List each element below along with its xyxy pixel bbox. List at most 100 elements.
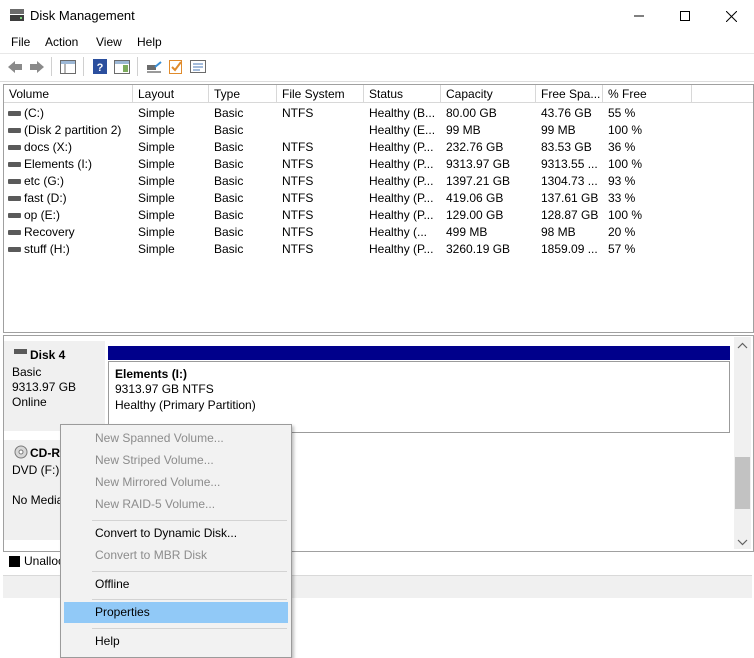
cell-status: Healthy (P... xyxy=(369,191,434,205)
close-button[interactable] xyxy=(708,0,754,32)
disk-management-app-icon xyxy=(9,8,25,22)
action-pane-button[interactable] xyxy=(113,58,131,75)
table-row[interactable]: etc (G:) Simple Basic NTFS Healthy (P... 1397… xyxy=(4,173,753,190)
volume-icon xyxy=(8,196,21,201)
column-header-status[interactable]: Status xyxy=(364,85,441,103)
partition-elements[interactable]: Elements (I:) 9313.97 GB NTFS Healthy (P… xyxy=(108,361,730,433)
cell-file-system: NTFS xyxy=(282,106,314,120)
cell-capacity: 499 MB xyxy=(446,225,488,239)
table-row[interactable]: Recovery Simple Basic NTFS Healthy (... 499 M… xyxy=(4,224,753,241)
menu-new-spanned-volume[interactable]: New Spanned Volume... xyxy=(64,428,288,449)
cell-free-space: 99 MB xyxy=(541,123,576,137)
volume-icon xyxy=(8,247,21,252)
cdrom-name: CD-R xyxy=(30,446,60,460)
menu-action[interactable]: Action xyxy=(45,35,78,49)
checklist-button[interactable] xyxy=(167,58,185,75)
menu-new-mirrored-volume[interactable]: New Mirrored Volume... xyxy=(64,472,288,493)
cell-status: Healthy (P... xyxy=(369,174,434,188)
cell-percent-free: 33 % xyxy=(608,191,636,205)
table-row[interactable]: op (E:) Simple Basic NTFS Healthy (P... 129.0… xyxy=(4,207,753,224)
cell-type: Basic xyxy=(214,157,244,171)
svg-text:?: ? xyxy=(97,62,104,74)
cell-volume: docs (X:) xyxy=(24,140,73,154)
menu-properties[interactable]: Properties xyxy=(64,602,288,623)
checklist-icon xyxy=(169,60,182,74)
back-arrow-icon xyxy=(8,60,22,73)
maximize-button[interactable] xyxy=(662,0,708,32)
volume-icon xyxy=(8,230,21,235)
cell-file-system: NTFS xyxy=(282,225,314,239)
cell-free-space: 83.53 GB xyxy=(541,140,592,154)
back-button[interactable] xyxy=(6,58,24,75)
table-row[interactable]: Elements (I:) Simple Basic NTFS Healthy (P..… xyxy=(4,156,753,173)
menu-convert-to-mbr-disk[interactable]: Convert to MBR Disk xyxy=(64,545,288,566)
minimize-button[interactable] xyxy=(616,0,662,32)
cell-file-system: NTFS xyxy=(282,157,314,171)
menu-new-raid5-volume[interactable]: New RAID-5 Volume... xyxy=(64,494,288,515)
toolbar-separator xyxy=(51,57,52,76)
connect-button[interactable] xyxy=(145,58,163,75)
help-button[interactable]: ? xyxy=(91,58,109,75)
table-row[interactable]: stuff (H:) Simple Basic NTFS Healthy (P... 32… xyxy=(4,241,753,258)
forward-button[interactable] xyxy=(28,58,46,75)
vertical-scrollbar[interactable] xyxy=(734,337,751,549)
menu-offline[interactable]: Offline xyxy=(64,574,288,595)
cell-capacity: 3260.19 GB xyxy=(446,242,511,256)
menu-file[interactable]: File xyxy=(11,35,30,49)
scrollbar-thumb[interactable] xyxy=(735,457,750,509)
cell-layout: Simple xyxy=(138,140,175,154)
column-header-file-system[interactable]: File System xyxy=(277,85,364,103)
cell-free-space: 1304.73 ... xyxy=(541,174,598,188)
minimize-icon xyxy=(634,15,644,17)
cell-type: Basic xyxy=(214,191,244,205)
cell-file-system: NTFS xyxy=(282,208,314,222)
table-row[interactable]: (C:) Simple Basic NTFS Healthy (B... 80.00 GB… xyxy=(4,105,753,122)
window-title: Disk Management xyxy=(30,8,135,23)
cell-type: Basic xyxy=(214,225,244,239)
column-header-layout[interactable]: Layout xyxy=(133,85,209,103)
cell-percent-free: 20 % xyxy=(608,225,636,239)
disk4-header[interactable]: Disk 4 Basic 9313.97 GB Online xyxy=(4,341,105,431)
menu-view[interactable]: View xyxy=(96,35,122,49)
cell-capacity: 129.00 GB xyxy=(446,208,504,222)
cell-type: Basic xyxy=(214,140,244,154)
console-tree-button[interactable] xyxy=(59,58,77,75)
cell-volume: (Disk 2 partition 2) xyxy=(24,123,122,137)
volume-icon xyxy=(8,179,21,184)
column-header-percent-free[interactable]: % Free xyxy=(603,85,692,103)
cell-percent-free: 100 % xyxy=(608,157,643,171)
cell-file-system: NTFS xyxy=(282,191,314,205)
scroll-down-icon[interactable] xyxy=(734,535,751,549)
cell-capacity: 419.06 GB xyxy=(446,191,504,205)
cell-layout: Simple xyxy=(138,174,175,188)
column-header-capacity[interactable]: Capacity xyxy=(441,85,536,103)
cell-free-space: 43.76 GB xyxy=(541,106,592,120)
cell-type: Basic xyxy=(214,106,244,120)
action-pane-icon xyxy=(114,59,130,74)
column-header-volume[interactable]: Volume xyxy=(4,85,133,103)
menu-convert-to-dynamic-disk[interactable]: Convert to Dynamic Disk... xyxy=(64,523,288,544)
cell-volume: Elements (I:) xyxy=(24,157,93,171)
disk4-state: Online xyxy=(12,395,47,409)
disk4-size: 9313.97 GB xyxy=(12,380,77,394)
table-row[interactable]: docs (X:) Simple Basic NTFS Healthy (P... 232… xyxy=(4,139,753,156)
scroll-up-icon[interactable] xyxy=(734,339,751,353)
menu-new-striped-volume[interactable]: New Striped Volume... xyxy=(64,450,288,471)
toolbar-separator xyxy=(137,57,138,76)
cell-capacity: 80.00 GB xyxy=(446,106,497,120)
column-header-filler xyxy=(692,85,753,103)
properties-list-button[interactable] xyxy=(189,58,207,75)
column-header-type[interactable]: Type xyxy=(209,85,277,103)
menu-help-item[interactable]: Help xyxy=(64,631,288,652)
menu-help[interactable]: Help xyxy=(137,35,162,49)
cell-file-system: NTFS xyxy=(282,174,314,188)
cell-status: Healthy (P... xyxy=(369,242,434,256)
table-row[interactable]: fast (D:) Simple Basic NTFS Healthy (P... 419… xyxy=(4,190,753,207)
table-row[interactable]: (Disk 2 partition 2) Simple Basic Healthy (… xyxy=(4,122,753,139)
volume-icon xyxy=(8,128,21,133)
column-header-free-space[interactable]: Free Spa... xyxy=(536,85,603,103)
cell-type: Basic xyxy=(214,174,244,188)
menu-separator xyxy=(92,628,287,629)
cell-status: Healthy (E... xyxy=(369,123,436,137)
cell-status: Healthy (P... xyxy=(369,157,434,171)
